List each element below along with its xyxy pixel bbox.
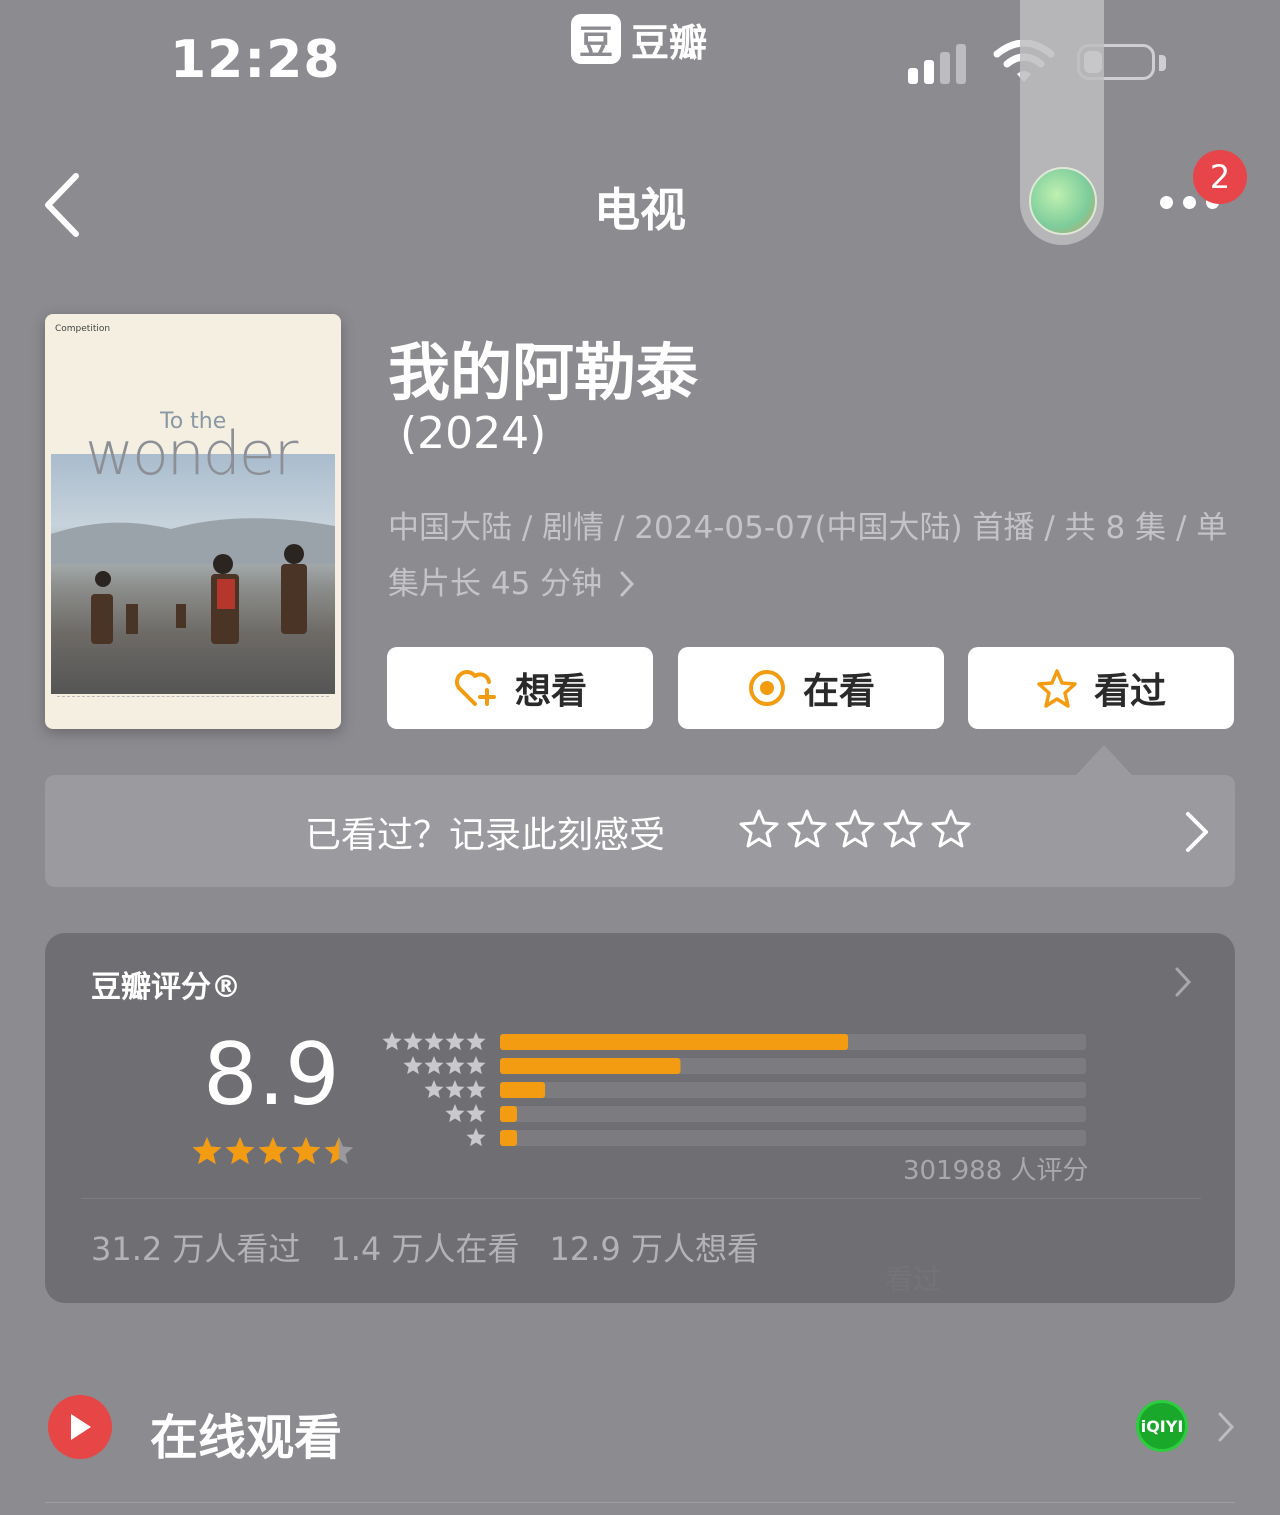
want-to-watch-button[interactable]: 想看 [387,647,653,729]
score-star [225,1137,255,1165]
chevron-right-icon[interactable] [1215,1410,1237,1444]
distribution-star [424,1032,444,1051]
watching-label: 在看 [802,671,875,712]
distribution-track [500,1106,1086,1122]
distribution-star [466,1104,486,1123]
distribution-bar [500,1106,517,1122]
distribution-star [424,1080,444,1099]
distribution-bar [500,1034,849,1050]
cellular-signal-icon [908,44,966,84]
rating-score: 8.9 [203,1025,340,1125]
rating-distribution [382,1032,1086,1147]
rate-stars[interactable] [738,808,972,848]
want-label: 想看 [514,671,587,712]
score-star [291,1137,321,1165]
iqiyi-logo-icon[interactable]: iQIYI [1136,1400,1188,1452]
distribution-star [445,1104,465,1123]
chevron-right-icon[interactable] [1180,810,1212,854]
distribution-bar [500,1082,546,1098]
distribution-star [445,1056,465,1075]
score-star [192,1137,222,1165]
distribution-star [445,1032,465,1051]
poster-festival-label: Competition [55,324,111,334]
poster-title-big: wonder [85,419,298,489]
poster-image[interactable]: Competition To the wonder [45,314,341,729]
distribution-star [445,1080,465,1099]
card-divider [81,1198,1201,1199]
distribution-star [382,1032,402,1051]
record-prompt: 已看过？记录此刻感受 [305,815,666,856]
chevron-right-icon[interactable] [1172,965,1194,999]
app-indicator: 豆 豆瓣 [571,14,708,65]
douban-logo-icon: 豆 [571,14,621,64]
app-name: 豆瓣 [631,20,708,65]
heart-plus-icon [455,670,496,706]
watched-label: 看过 [1093,671,1166,712]
rating-label: 豆瓣评分® [91,970,241,1005]
faded-watched-overlay: 看过 [885,1263,942,1296]
distribution-bar [500,1058,681,1074]
rate-star-icon[interactable] [834,808,876,848]
poster-photo [51,454,335,694]
distribution-star [466,1056,486,1075]
distribution-star [466,1128,486,1147]
rating-count: 301988 人评分 [903,1156,1089,1186]
distribution-star [466,1032,486,1051]
chevron-right-icon [620,571,635,597]
watch-stats: 31.2 万人看过 1.4 万人在看 12.9 万人想看 [91,1224,759,1270]
show-title: 我的阿勒泰 [388,336,699,409]
rate-star-icon[interactable] [882,808,924,848]
battery-tip [1159,55,1166,71]
show-meta-text: 中国大陆 / 剧情 / 2024-05-07(中国大陆) 首播 / 共 8 集 … [388,510,1228,602]
distribution-star [424,1056,444,1075]
stat-want[interactable]: 12.9 万人想看 [550,1224,759,1270]
distribution-star [466,1080,486,1099]
status-time: 12:28 [170,30,341,90]
target-icon [748,670,785,706]
distribution-track [500,1082,1086,1098]
stat-watched[interactable]: 31.2 万人看过 [91,1224,300,1270]
distribution-star [403,1056,423,1075]
show-year: (2024) [400,408,547,459]
notification-badge: 2 [1193,150,1247,204]
rate-star-icon[interactable] [738,808,780,848]
watch-online-label[interactable]: 在线观看 [150,1398,342,1468]
poster-credits [57,696,329,719]
section-divider [45,1502,1235,1503]
rate-star-icon[interactable] [786,808,828,848]
score-stars [192,1137,354,1165]
page-title: 电视 [594,183,686,237]
stat-watching[interactable]: 1.4 万人在看 [330,1224,519,1270]
watched-button[interactable]: 看过 [968,647,1234,729]
score-star [258,1137,288,1165]
show-meta[interactable]: 中国大陆 / 剧情 / 2024-05-07(中国大陆) 首播 / 共 8 集 … [388,500,1228,612]
distribution-track [500,1130,1086,1146]
star-outline-icon [1037,669,1077,708]
record-caret [1076,745,1132,775]
distribution-star [403,1032,423,1051]
rate-star-icon[interactable] [930,808,972,848]
watching-button[interactable]: 在看 [678,647,944,729]
distribution-bar [500,1130,517,1146]
play-icon[interactable] [48,1395,112,1459]
